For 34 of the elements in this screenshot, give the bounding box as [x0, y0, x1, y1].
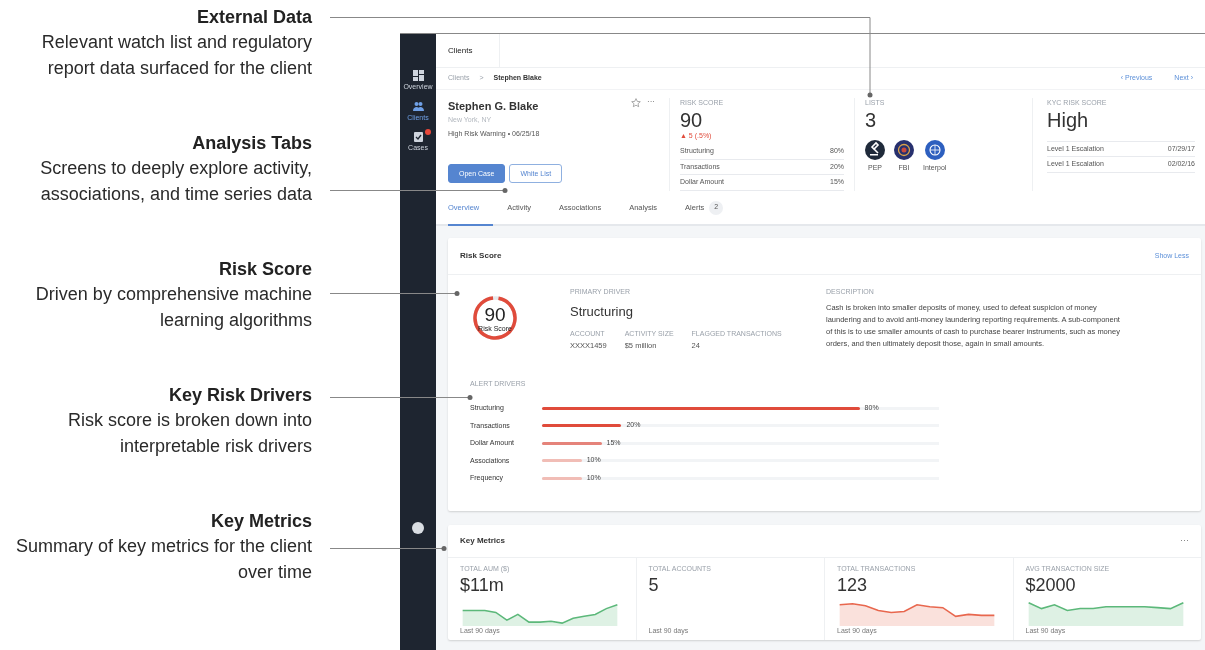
more-menu[interactable]: ···	[1180, 534, 1189, 548]
more-menu[interactable]: ···	[647, 98, 655, 106]
grid-icon	[412, 70, 424, 81]
card-title: Risk Score	[460, 250, 502, 262]
annotation-text: Summary of key metrics for the client over time	[14, 535, 312, 584]
metric-value: 123	[837, 574, 869, 595]
annotation-title: External Data	[195, 6, 312, 29]
seal-badge-icon	[894, 139, 914, 160]
card-title: Key Metrics	[460, 535, 505, 547]
annotation-text: Driven by comprehensive machine learning algorithms	[34, 283, 312, 332]
annotation-text: Screens to deeply explore activity, associations, and time series data	[39, 157, 312, 206]
annotation-title: Analysis Tabs	[191, 132, 312, 155]
primary-driver: Structuring	[570, 302, 634, 321]
globe-badge-icon	[924, 139, 945, 160]
lists-value: 3	[865, 108, 878, 131]
avatar[interactable]	[412, 522, 424, 534]
kyc-value: High	[1047, 108, 1090, 131]
metric-value: $2000	[1025, 574, 1077, 595]
annotation-text: Risk score is broken down into interpretable risk drivers	[66, 409, 312, 458]
annotation-title: Key Risk Drivers	[167, 384, 312, 407]
people-icon	[412, 100, 424, 112]
gauge-value: 90	[484, 305, 506, 324]
metric-value: $11m	[460, 574, 505, 595]
risk-score-value: 90	[680, 108, 704, 131]
top-tab[interactable]: Clients	[436, 34, 500, 67]
annotation-title: Risk Score	[217, 258, 312, 281]
clipboard-icon	[412, 131, 424, 142]
metric-value: 5	[648, 574, 660, 595]
annotation-text: Relevant watch list and regulatory report data surfaced for the client	[40, 31, 312, 80]
risk-gauge	[470, 293, 520, 343]
star-icon[interactable]	[631, 98, 641, 108]
annotation-title: Key Metrics	[209, 510, 312, 533]
client-name: Stephen G. Blake	[448, 99, 540, 114]
gavel-badge-icon	[865, 139, 885, 160]
